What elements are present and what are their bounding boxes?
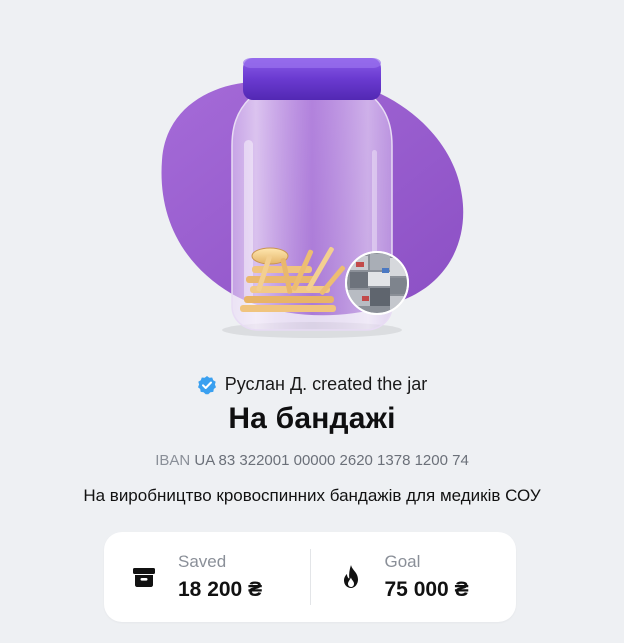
goal-label: Goal [384, 552, 421, 571]
jar-stats-card: Saved 18 200 ₴ Goal 75 000 ₴ [104, 532, 516, 622]
goal-stat: Goal 75 000 ₴ [311, 532, 517, 622]
jar-illustration [161, 58, 464, 338]
jar-description: На виробництво кровоспинних бандажів для… [83, 486, 541, 505]
saved-label: Saved [178, 552, 227, 571]
iban-label: IBAN [155, 452, 191, 469]
goal-amount: 75 000 ₴ [384, 578, 469, 601]
jar-title: На бандажі [228, 402, 396, 435]
iban-value[interactable]: UA 83 322001 00000 2620 1378 1200 74 [194, 452, 468, 469]
creator-text: Руслан Д. created the jar [224, 374, 428, 394]
saved-stat: Saved 18 200 ₴ [104, 532, 310, 622]
flame-icon [343, 565, 358, 588]
jar-creator: Руслан Д. created the jar [0, 374, 624, 395]
archive-box-icon [133, 568, 155, 587]
verified-badge-icon [197, 375, 216, 394]
iban-line[interactable]: IBAN UA 83 322001 00000 2620 1378 1200 7… [0, 452, 624, 469]
saved-amount: 18 200 ₴ [178, 578, 263, 601]
